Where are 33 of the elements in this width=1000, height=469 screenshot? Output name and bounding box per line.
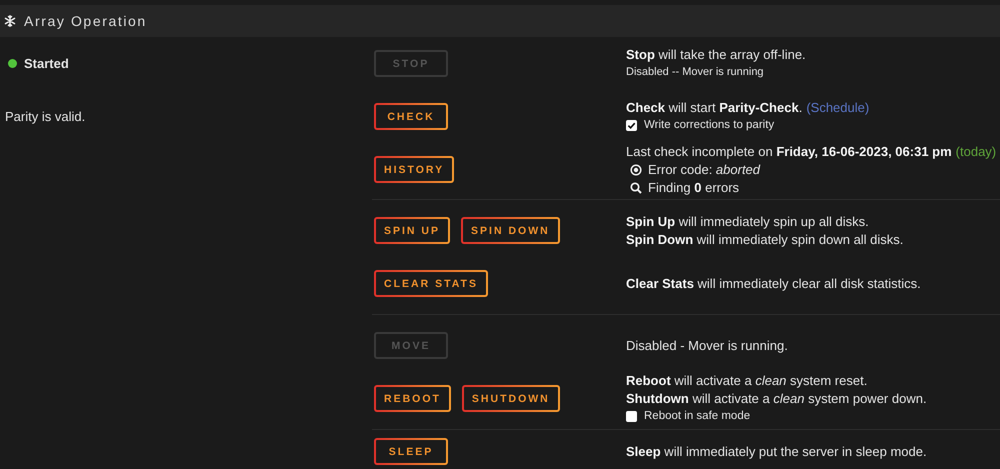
schedule-link[interactable]: (Schedule) <box>806 99 870 116</box>
description-text: Last check incomplete on Friday, 16-06-2023, 06:31 pm <box>626 143 952 160</box>
description-text: Stop will take the array off-line. <box>626 46 806 63</box>
action-button[interactable]: HISTORY <box>374 156 454 183</box>
action-button[interactable]: CHECK <box>374 103 448 130</box>
action-button[interactable]: SLEEP <box>374 438 448 465</box>
note-text: Disabled -- Mover is running <box>626 65 764 80</box>
description-text: Spin Up will immediately spin up all disks. <box>626 213 869 230</box>
description-text: Spin Down will immediately spin down all disks. <box>626 231 904 248</box>
target-icon <box>630 164 642 176</box>
checkbox[interactable] <box>626 120 637 131</box>
checkbox[interactable] <box>626 411 637 422</box>
error-code-text: Error code: aborted <box>648 161 760 178</box>
panel-title: Array Operation <box>24 13 147 29</box>
finding-text: Finding 0 errors <box>648 179 740 196</box>
status-text: Started <box>24 56 69 71</box>
today-label: (today) <box>956 143 996 160</box>
action-button[interactable]: SPIN DOWN <box>461 217 560 244</box>
description-text: Check will start Parity-Check. <box>626 99 802 116</box>
search-icon <box>630 182 642 194</box>
snowflake-icon <box>4 15 16 27</box>
description-text: Clear Stats will immediately clear all disk statistics. <box>626 275 921 292</box>
description-text: Sleep will immediately put the server in sleep mode. <box>626 443 927 460</box>
parity-text: Parity is valid. <box>5 109 86 124</box>
description-text: Reboot will activate a clean system reset. <box>626 372 868 389</box>
description-text: Disabled - Mover is running. <box>626 337 788 354</box>
action-button[interactable]: CLEAR STATS <box>374 270 488 297</box>
checkbox-label: Write corrections to parity <box>644 118 774 133</box>
action-button[interactable]: REBOOT <box>374 385 451 412</box>
action-button[interactable]: SHUTDOWN <box>462 385 560 412</box>
action-button[interactable]: SPIN UP <box>374 217 450 244</box>
checkbox-label: Reboot in safe mode <box>644 409 750 424</box>
description-text: Shutdown will activate a clean system power down. <box>626 390 927 407</box>
